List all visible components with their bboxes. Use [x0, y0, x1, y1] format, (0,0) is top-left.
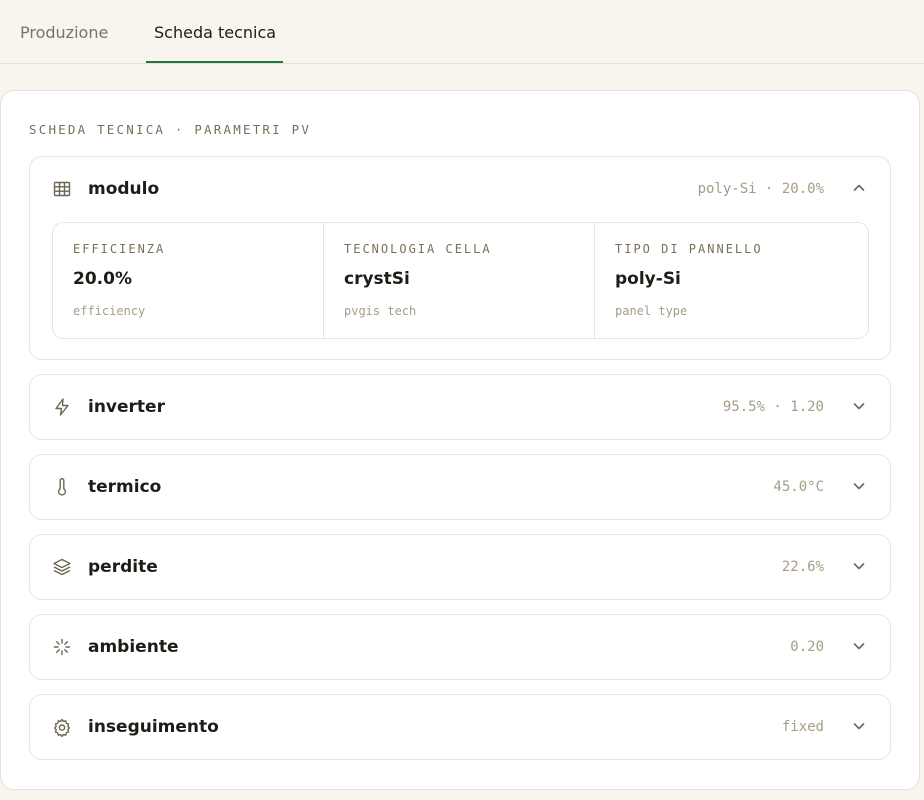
section-title: SCHEDA TECNICA · PARAMETRI PV	[29, 122, 312, 137]
card-inverter-header[interactable]: inverter 95.5% · 1.20	[30, 375, 890, 439]
detail-value: poly-Si	[615, 269, 681, 289]
thermometer-icon	[52, 477, 72, 497]
detail-efficienza: EFFICIENZA 20.0% efficiency	[53, 223, 324, 338]
detail-sub: panel type	[615, 304, 688, 318]
chevron-down-icon[interactable]	[850, 717, 868, 735]
detail-label: EFFICIENZA	[73, 242, 166, 256]
card-termico: termico 45.0°C	[29, 454, 891, 520]
detail-value: crystSi	[344, 269, 410, 289]
card-ambiente-header[interactable]: ambiente 0.20	[30, 615, 890, 679]
card-inseguimento-header[interactable]: inseguimento fixed	[30, 695, 890, 759]
modulo-detail-grid: EFFICIENZA 20.0% efficiency TECNOLOGIA C…	[52, 222, 869, 339]
chevron-down-icon[interactable]	[850, 557, 868, 575]
card-perdite-header[interactable]: perdite 22.6%	[30, 535, 890, 599]
chevron-up-icon[interactable]	[850, 179, 868, 197]
detail-value: 20.0%	[73, 269, 132, 289]
card-ambiente-summary: 0.20	[790, 639, 824, 655]
layers-icon	[52, 557, 72, 577]
detail-sub: pvgis tech	[344, 304, 417, 318]
card-inseguimento-summary: fixed	[781, 719, 824, 735]
chevron-down-icon[interactable]	[850, 397, 868, 415]
card-inverter-summary: 95.5% · 1.20	[722, 399, 824, 415]
detail-label: TECNOLOGIA CELLA	[344, 242, 492, 256]
active-tab-indicator	[146, 61, 283, 63]
card-inseguimento-title: inseguimento	[88, 717, 219, 737]
card-modulo-summary: poly-Si · 20.0%	[697, 181, 824, 197]
card-inseguimento: inseguimento fixed	[29, 694, 891, 760]
sparkle-loader-icon	[52, 637, 72, 657]
card-ambiente: ambiente 0.20	[29, 614, 891, 680]
card-termico-header[interactable]: termico 45.0°C	[30, 455, 890, 519]
card-perdite-title: perdite	[88, 557, 158, 577]
chevron-down-icon[interactable]	[850, 477, 868, 495]
tab-produzione[interactable]: Produzione	[20, 0, 108, 64]
card-termico-summary: 45.0°C	[773, 479, 824, 495]
detail-sub: efficiency	[73, 304, 146, 318]
chevron-down-icon[interactable]	[850, 637, 868, 655]
detail-tecnologia-cella: TECNOLOGIA CELLA crystSi pvgis tech	[324, 223, 595, 338]
card-termico-title: termico	[88, 477, 162, 497]
card-modulo: modulo poly-Si · 20.0% EFFICIENZA 20.0% …	[29, 156, 891, 360]
gear-icon	[52, 717, 72, 737]
card-perdite: perdite 22.6%	[29, 534, 891, 600]
tab-scheda-tecnica[interactable]: Scheda tecnica	[154, 0, 276, 64]
tab-bar: Produzione Scheda tecnica	[0, 0, 924, 64]
card-inverter-title: inverter	[88, 397, 165, 417]
card-modulo-title: modulo	[88, 179, 160, 199]
card-inverter: inverter 95.5% · 1.20	[29, 374, 891, 440]
card-ambiente-title: ambiente	[88, 637, 179, 657]
card-modulo-header[interactable]: modulo poly-Si · 20.0%	[30, 157, 890, 221]
detail-label: TIPO DI PANNELLO	[615, 242, 763, 256]
detail-tipo-di-pannello: TIPO DI PANNELLO poly-Si panel type	[595, 223, 868, 338]
grid-icon	[52, 179, 72, 199]
lightning-icon	[52, 397, 72, 417]
card-perdite-summary: 22.6%	[781, 559, 824, 575]
